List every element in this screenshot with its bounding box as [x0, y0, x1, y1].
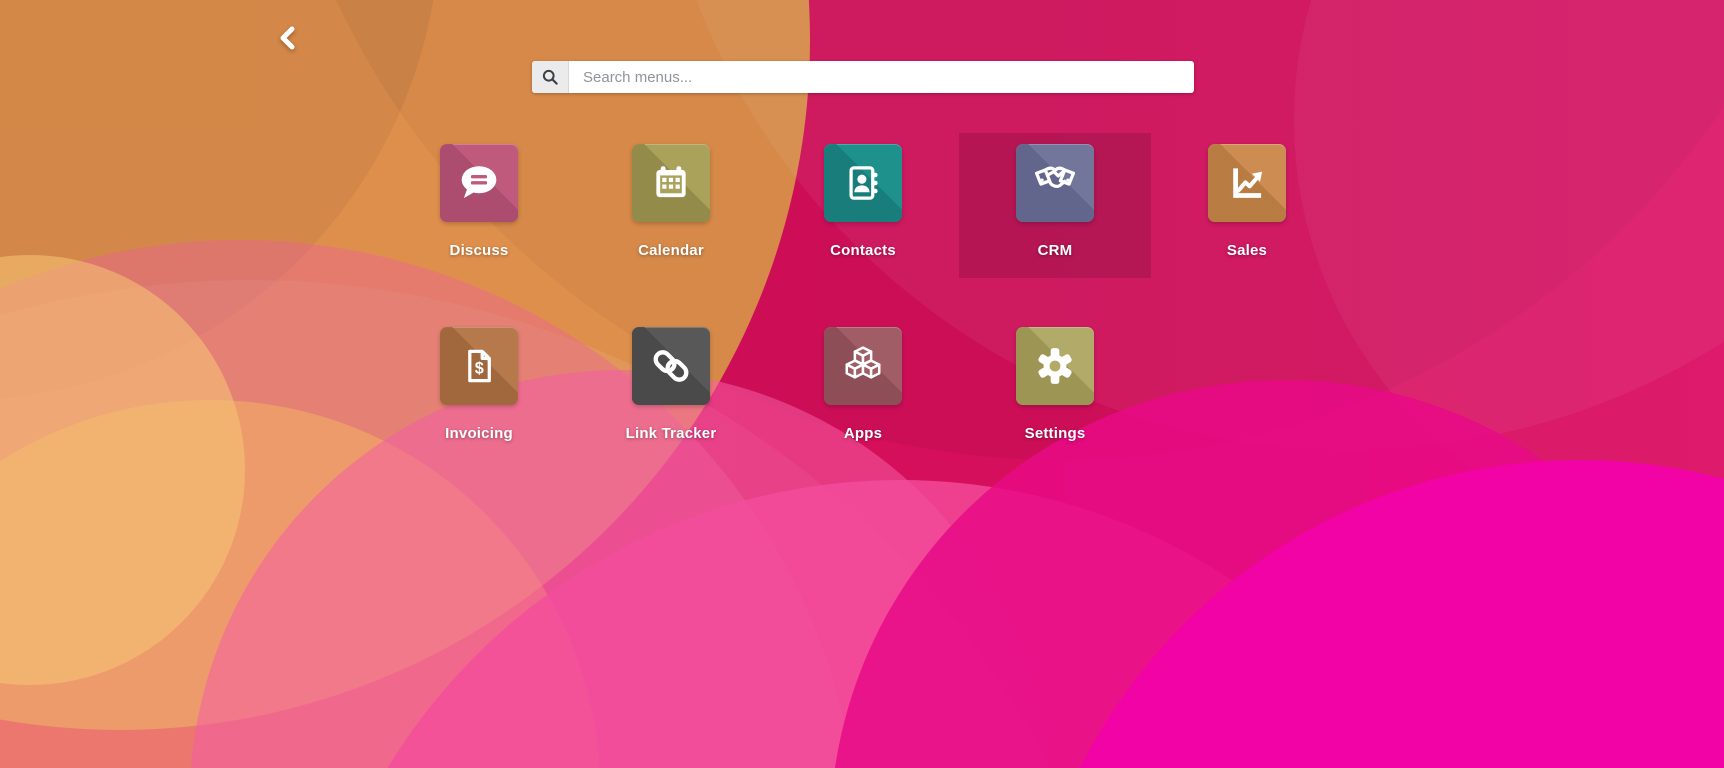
- gear-icon: [1029, 340, 1081, 392]
- chain-link-icon: [645, 340, 697, 392]
- app-label: Settings: [1024, 425, 1086, 442]
- app-calendar[interactable]: Calendar: [575, 133, 767, 278]
- odoo-home-menu: { "header": { "search": { "placeholder":…: [0, 0, 1724, 768]
- app-grid: Discuss Calendar Contacts CRM Sales $ In…: [383, 133, 1343, 476]
- app-tile: [632, 144, 710, 222]
- app-contacts[interactable]: Contacts: [767, 133, 959, 278]
- app-invoicing[interactable]: $ Invoicing: [383, 316, 575, 476]
- search-input[interactable]: [569, 61, 1194, 93]
- app-discuss[interactable]: Discuss: [383, 133, 575, 278]
- app-label: Sales: [1226, 242, 1268, 259]
- app-label: Apps: [843, 425, 883, 442]
- app-link-tracker[interactable]: Link Tracker: [575, 316, 767, 476]
- app-sales[interactable]: Sales: [1151, 133, 1343, 278]
- chevron-left-icon: [277, 25, 299, 51]
- app-tile: [824, 327, 902, 405]
- app-label: Contacts: [830, 242, 896, 259]
- app-tile: [1016, 327, 1094, 405]
- svg-text:$: $: [475, 359, 484, 377]
- cubes-icon: [837, 340, 889, 392]
- app-label: Discuss: [449, 242, 509, 259]
- chat-bubble-icon: [453, 157, 505, 209]
- app-label: Invoicing: [445, 425, 513, 442]
- search-icon: [532, 61, 569, 93]
- app-tile: [1208, 144, 1286, 222]
- app-tile: $: [440, 327, 518, 405]
- app-tile: [440, 144, 518, 222]
- app-settings[interactable]: Settings: [959, 316, 1151, 476]
- app-label: Calendar: [638, 242, 704, 259]
- app-label: CRM: [1037, 242, 1073, 259]
- app-tile: [632, 327, 710, 405]
- app-apps[interactable]: Apps: [767, 316, 959, 476]
- app-tile: [824, 144, 902, 222]
- app-crm[interactable]: CRM: [959, 133, 1151, 278]
- search-bar: [532, 61, 1194, 93]
- address-book-icon: [837, 157, 889, 209]
- app-tile: [1016, 144, 1094, 222]
- back-button[interactable]: [272, 22, 304, 54]
- handshake-icon: [1029, 157, 1081, 209]
- invoice-document-icon: $: [453, 340, 505, 392]
- line-chart-icon: [1221, 157, 1273, 209]
- app-label: Link Tracker: [625, 425, 717, 442]
- calendar-icon: [645, 157, 697, 209]
